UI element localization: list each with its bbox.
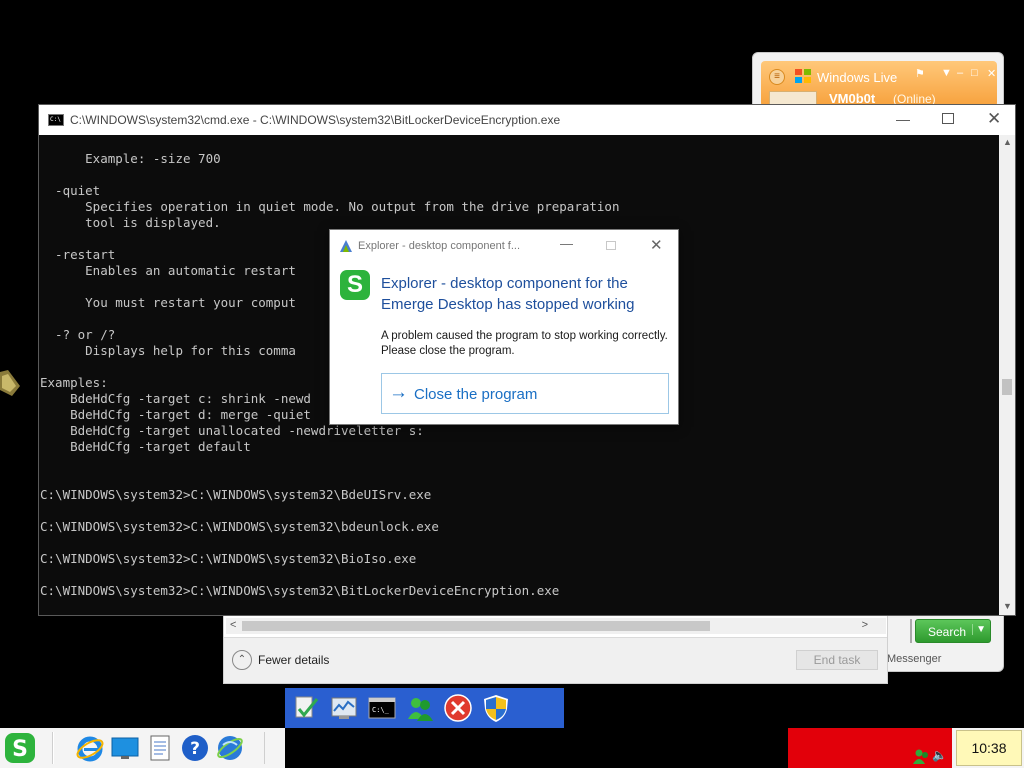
performance-monitor-icon[interactable] <box>329 693 359 723</box>
minimize-icon[interactable]: — <box>560 236 573 251</box>
help-icon[interactable]: ? <box>180 733 210 763</box>
messenger-header: ≡ Windows Live ⚑ ▼ – □ ✕ VM0b0t (Online) <box>761 61 997 109</box>
dropdown-icon[interactable]: ▼ <box>941 67 952 79</box>
chevron-up-icon[interactable]: ⌃ <box>232 650 252 670</box>
console-line: C:\WINDOWS\system32>C:\WINDOWS\system32\… <box>40 551 417 566</box>
chevron-down-icon[interactable]: ▼ <box>972 624 986 635</box>
status-icon[interactable]: ⚑ <box>915 67 925 80</box>
notepad-icon[interactable] <box>145 733 175 763</box>
messenger-search-input[interactable] <box>910 619 912 643</box>
error-icon[interactable] <box>443 693 473 723</box>
fewer-details-link[interactable]: Fewer details <box>258 653 329 667</box>
svg-text:C:\_: C:\_ <box>372 706 390 714</box>
taskbar-separator <box>52 732 54 764</box>
messenger-controls: ⚑ ▼ – □ ✕ <box>913 67 997 83</box>
horizontal-scrollbar[interactable]: < > <box>226 618 886 634</box>
close-program-label: Close the program <box>414 386 538 403</box>
scrollbar-thumb[interactable] <box>242 621 710 631</box>
console-line: C:\WINDOWS\system32>C:\WINDOWS\system32\… <box>40 583 560 598</box>
desktop-item-fragment[interactable] <box>0 368 22 398</box>
console-line: -quiet <box>40 183 101 198</box>
internet-explorer-icon[interactable] <box>75 733 105 763</box>
quick-launch-bar: C:\_ <box>285 688 564 728</box>
scroll-up-icon[interactable]: ▲ <box>1003 137 1012 147</box>
search-button-label: Search <box>928 625 967 639</box>
maximize-icon <box>606 241 616 250</box>
system-tray: 🔈 <box>788 728 952 768</box>
explorer-app-icon <box>340 240 352 252</box>
error-dialog[interactable]: Explorer - desktop component f... — ✕ S … <box>329 229 679 425</box>
scrollbar-thumb[interactable] <box>1002 379 1012 395</box>
arrow-right-icon: → <box>389 382 408 403</box>
close-icon[interactable]: ✕ <box>650 236 663 254</box>
messenger-icon[interactable] <box>405 693 435 723</box>
vertical-scrollbar[interactable]: ▲ ▼ <box>999 135 1015 615</box>
console-line: C:\WINDOWS\system32>C:\WINDOWS\system32\… <box>40 487 432 502</box>
messenger-title: Windows Live <box>817 70 898 85</box>
task-manager-window[interactable]: < > ⌃ Fewer details End task <box>223 614 888 684</box>
task-manager-footer: ⌃ Fewer details End task <box>224 637 887 683</box>
end-task-button: End task <box>796 650 878 670</box>
command-prompt-icon[interactable]: C:\_ <box>367 693 397 723</box>
close-icon[interactable]: ✕ <box>987 109 1001 129</box>
emerge-icon: S <box>340 270 370 300</box>
clock[interactable]: 10:38 <box>956 730 1022 766</box>
console-line: BdeHdCfg -target unallocated -newdrivele… <box>40 423 424 438</box>
console-line: BdeHdCfg -target default <box>40 439 251 454</box>
console-line: Example: -size 700 <box>40 151 221 166</box>
desktop-icon[interactable] <box>110 733 140 763</box>
messenger-tray-icon[interactable] <box>912 748 930 764</box>
cmd-title: C:\WINDOWS\system32\cmd.exe - C:\WINDOWS… <box>70 113 561 127</box>
console-line: C:\WINDOWS\system32>C:\WINDOWS\system32\… <box>40 519 439 534</box>
dialog-heading: Explorer - desktop component for the Eme… <box>381 275 635 313</box>
maximize-icon[interactable]: □ <box>971 67 978 79</box>
svg-text:?: ? <box>190 739 200 759</box>
dialog-message: A problem caused the program to stop wor… <box>381 330 668 357</box>
maximize-icon[interactable] <box>942 113 954 124</box>
cmd-titlebar[interactable]: C:\ C:\WINDOWS\system32\cmd.exe - C:\WIN… <box>39 105 1015 135</box>
taskbar-task-area <box>285 728 788 768</box>
close-program-button[interactable]: → Close the program <box>381 373 669 414</box>
console-line: Specifies operation in quiet mode. No ou… <box>40 199 620 214</box>
windows-update-icon[interactable] <box>215 733 245 763</box>
scroll-down-icon[interactable]: ▼ <box>1003 601 1012 611</box>
taskbar: S ? 🔈 10:38 <box>0 728 1024 768</box>
windows-live-logo-icon <box>795 69 811 83</box>
console-icon: C:\ <box>48 114 64 126</box>
check-document-icon[interactable] <box>291 693 321 723</box>
scroll-left-icon[interactable]: < <box>230 619 236 631</box>
taskbar-separator <box>264 732 266 764</box>
messenger-footer-text: Messenger <box>887 653 942 665</box>
close-icon[interactable]: ✕ <box>987 67 996 80</box>
messenger-search-button[interactable]: Search ▼ <box>915 619 991 643</box>
emerge-start-icon[interactable]: S <box>3 731 37 765</box>
minimize-icon[interactable]: — <box>896 111 910 127</box>
minimize-icon[interactable]: – <box>957 67 963 79</box>
volume-icon[interactable]: 🔈 <box>932 748 948 764</box>
svg-text:S: S <box>12 737 28 762</box>
scroll-right-icon[interactable]: > <box>862 619 868 631</box>
security-shield-icon[interactable] <box>481 693 511 723</box>
messenger-menu-icon[interactable]: ≡ <box>769 69 785 85</box>
dialog-title: Explorer - desktop component f... <box>358 240 521 252</box>
